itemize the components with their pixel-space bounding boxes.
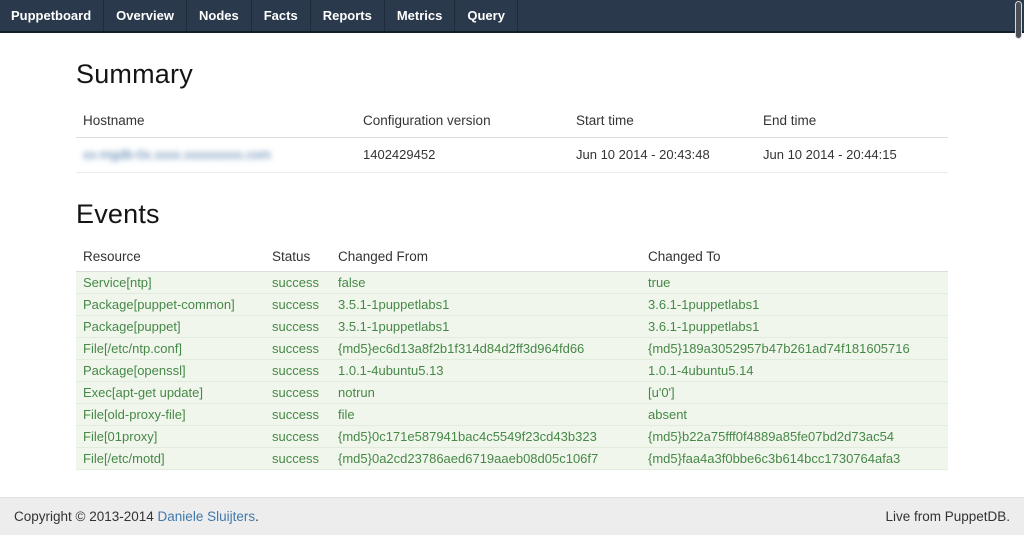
summary-header-hostname: Hostname [76,104,356,138]
events-header-resource: Resource [76,244,265,272]
footer: Copyright © 2013-2014 Daniele Sluijters.… [0,497,1024,535]
copyright-suffix: . [255,509,259,524]
event-resource: File[/etc/motd] [76,448,265,470]
event-changed-to: 1.0.1-4ubuntu5.14 [641,360,948,382]
event-row: File[old-proxy-file]successfileabsent [76,404,948,426]
event-resource: File[old-proxy-file] [76,404,265,426]
nav-item-query[interactable]: Query [455,0,518,31]
event-changed-to: 3.6.1-1puppetlabs1 [641,294,948,316]
event-status: success [265,316,331,338]
event-changed-to: {md5}189a3052957b47b261ad74f181605716 [641,338,948,360]
event-changed-from: {md5}0a2cd23786aed6719aaeb08d05c106f7 [331,448,641,470]
nav-item-overview[interactable]: Overview [104,0,187,31]
event-changed-from: 3.5.1-1puppetlabs1 [331,316,641,338]
event-changed-from: notrun [331,382,641,404]
hostname-link[interactable]: xx-mgdb-0x.xxxx.xxxxxxxxx.com [83,147,271,162]
nav-item-facts[interactable]: Facts [252,0,311,31]
start-time-value: Jun 10 2014 - 20:43:48 [569,138,756,173]
events-table: Resource Status Changed From Changed To … [76,244,948,470]
event-changed-from: {md5}0c171e587941bac4c5549f23cd43b323 [331,426,641,448]
nav-item-nodes[interactable]: Nodes [187,0,252,31]
scrollbar-thumb[interactable] [1015,1,1022,39]
event-row: Exec[apt-get update]successnotrun[u'0'] [76,382,948,404]
event-resource: Exec[apt-get update] [76,382,265,404]
configuration-version-value: 1402429452 [356,138,569,173]
end-time-value: Jun 10 2014 - 20:44:15 [756,138,948,173]
event-row: Package[puppet-common]success3.5.1-1pupp… [76,294,948,316]
summary-table: Hostname Configuration version Start tim… [76,104,948,173]
event-row: Package[openssl]success1.0.1-4ubuntu5.13… [76,360,948,382]
events-table-body: Service[ntp]successfalsetruePackage[pupp… [76,272,948,470]
event-row: File[01proxy]success{md5}0c171e587941bac… [76,426,948,448]
event-row: File[/etc/motd]success{md5}0a2cd23786aed… [76,448,948,470]
event-resource: Package[puppet] [76,316,265,338]
copyright-text: Copyright © 2013-2014 Daniele Sluijters. [14,509,259,524]
summary-header-start-time: Start time [569,104,756,138]
event-resource: File[/etc/ntp.conf] [76,338,265,360]
event-status: success [265,448,331,470]
event-changed-to: absent [641,404,948,426]
event-changed-from: file [331,404,641,426]
event-status: success [265,426,331,448]
event-status: success [265,404,331,426]
event-status: success [265,294,331,316]
navbar-brand[interactable]: Puppetboard [0,0,104,31]
event-changed-to: true [641,272,948,294]
summary-title: Summary [76,59,948,90]
summary-header-end-time: End time [756,104,948,138]
event-status: success [265,272,331,294]
summary-header-config-version: Configuration version [356,104,569,138]
event-changed-from: false [331,272,641,294]
copyright-prefix: Copyright © 2013-2014 [14,509,158,524]
event-row: File[/etc/ntp.conf]success{md5}ec6d13a8f… [76,338,948,360]
event-changed-from: 3.5.1-1puppetlabs1 [331,294,641,316]
navbar: Puppetboard Overview Nodes Facts Reports… [0,0,1024,33]
event-row: Service[ntp]successfalsetrue [76,272,948,294]
events-header-status: Status [265,244,331,272]
live-from-puppetdb-text: Live from PuppetDB. [885,509,1010,524]
events-header-changed-to: Changed To [641,244,948,272]
nav-item-metrics[interactable]: Metrics [385,0,456,31]
events-header-changed-from: Changed From [331,244,641,272]
summary-row: xx-mgdb-0x.xxxx.xxxxxxxxx.com 1402429452… [76,138,948,173]
event-row: Package[puppet]success3.5.1-1puppetlabs1… [76,316,948,338]
event-status: success [265,338,331,360]
event-changed-to: {md5}faa4a3f0bbe6c3b614bcc1730764afa3 [641,448,948,470]
event-changed-to: [u'0'] [641,382,948,404]
event-resource: Package[puppet-common] [76,294,265,316]
event-resource: File[01proxy] [76,426,265,448]
event-changed-from: 1.0.1-4ubuntu5.13 [331,360,641,382]
event-changed-from: {md5}ec6d13a8f2b1f314d84d2ff3d964fd66 [331,338,641,360]
nav-item-reports[interactable]: Reports [311,0,385,31]
event-resource: Package[openssl] [76,360,265,382]
event-changed-to: {md5}b22a75fff0f4889a85fe07bd2d73ac54 [641,426,948,448]
event-changed-to: 3.6.1-1puppetlabs1 [641,316,948,338]
event-resource: Service[ntp] [76,272,265,294]
event-status: success [265,382,331,404]
event-status: success [265,360,331,382]
events-title: Events [76,199,948,230]
author-link[interactable]: Daniele Sluijters [158,509,256,524]
main-content: Summary Hostname Configuration version S… [0,33,1024,497]
